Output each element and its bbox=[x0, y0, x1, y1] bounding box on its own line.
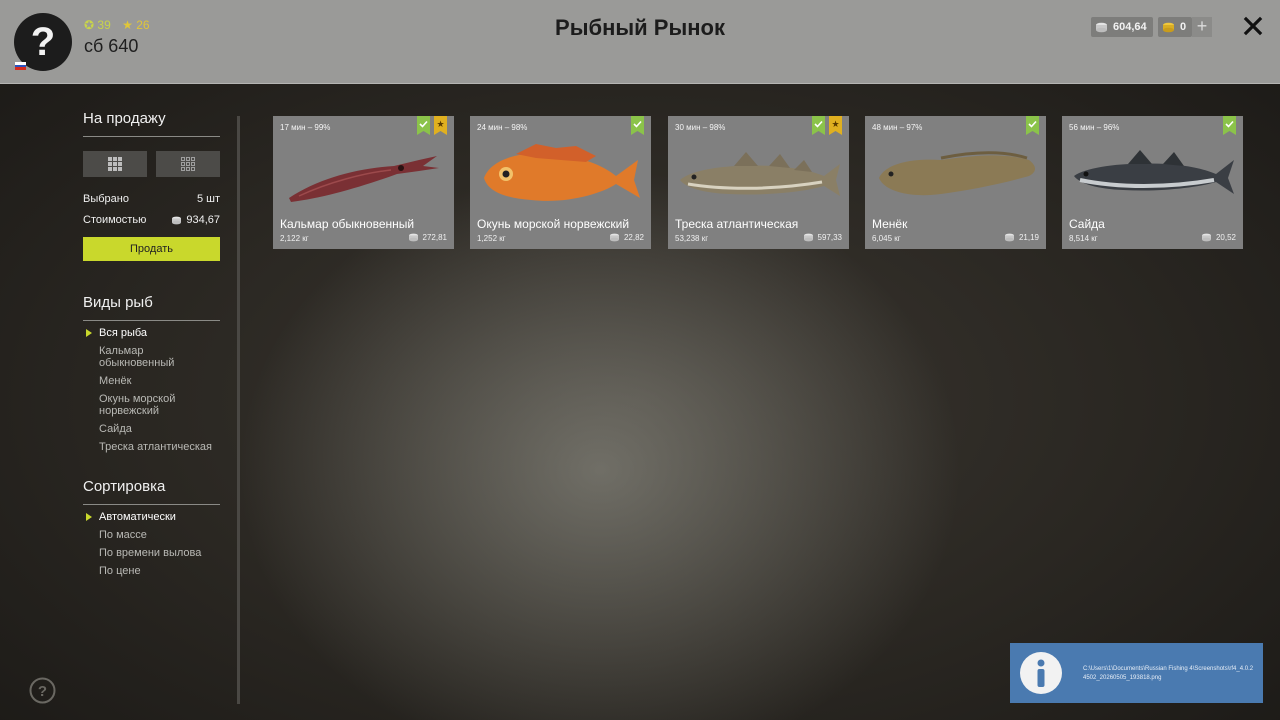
sidebar-divider bbox=[237, 116, 240, 704]
fish-card[interactable]: 17 мин – 99% ★ Кальмар обыкновенный 2,12… bbox=[273, 116, 454, 249]
fish-card[interactable]: 48 мин – 97% Менёк 6,045 кг 21,19 bbox=[865, 116, 1046, 249]
checkmark-badge-icon bbox=[1223, 116, 1236, 135]
fish-weight: 53,238 кг bbox=[675, 234, 709, 243]
russia-flag-icon bbox=[15, 62, 26, 70]
checkmark-badge-icon bbox=[417, 116, 430, 135]
checkmark-badge-icon bbox=[1026, 116, 1039, 135]
selected-count-row: Выбрано 5 шт bbox=[83, 193, 220, 205]
fish-catch-info: 17 мин – 99% bbox=[280, 123, 331, 132]
silver-coins-icon bbox=[1201, 233, 1211, 242]
species-section-title: Виды рыб bbox=[83, 294, 220, 321]
selected-value: 5 шт bbox=[196, 193, 220, 205]
fish-price-value: 597,33 bbox=[817, 233, 842, 242]
fish-catch-info: 24 мин – 98% bbox=[477, 123, 528, 132]
help-icon[interactable]: ? bbox=[29, 677, 56, 704]
tusk-fish-icon bbox=[879, 151, 1035, 196]
silver-coins-icon bbox=[408, 233, 418, 242]
fish-catch-info: 56 мин – 96% bbox=[1069, 123, 1120, 132]
fish-name: Сайда bbox=[1069, 217, 1105, 231]
cost-value: 934,67 bbox=[186, 214, 220, 226]
cost-value-group: 934,67 bbox=[171, 214, 220, 226]
fish-weight: 8,514 кг bbox=[1069, 234, 1098, 243]
species-option-all[interactable]: Вся рыба bbox=[83, 327, 220, 339]
saithe-icon bbox=[1074, 150, 1234, 194]
large-grid-icon bbox=[108, 157, 122, 171]
fish-price: 22,82 bbox=[609, 233, 644, 242]
fish-catch-info: 30 мин – 98% bbox=[675, 123, 726, 132]
silver-balance: 604,64 bbox=[1091, 17, 1153, 37]
silver-coins-icon bbox=[1004, 233, 1014, 242]
sell-button[interactable]: Продать bbox=[83, 237, 220, 261]
info-icon bbox=[1010, 643, 1072, 703]
cost-label: Стоимостью bbox=[83, 214, 147, 226]
add-gold-button[interactable]: + bbox=[1192, 17, 1212, 37]
fish-price-value: 20,52 bbox=[1215, 233, 1236, 242]
species-filter-list: Вся рыба Кальмар обыкновенный Менёк Окун… bbox=[83, 327, 220, 453]
sort-option-weight[interactable]: По массе bbox=[83, 529, 220, 541]
fish-name: Окунь морской норвежский bbox=[477, 217, 630, 231]
fish-price: 597,33 bbox=[803, 233, 842, 242]
fish-weight: 1,252 кг bbox=[477, 234, 506, 243]
species-option-tusk[interactable]: Менёк bbox=[83, 375, 220, 387]
svg-text:?: ? bbox=[38, 683, 47, 700]
sort-option-auto[interactable]: Автоматически bbox=[83, 511, 220, 523]
top-bar: ? ✪ 39 ★ 26 сб 640 Рыбный Рынок 604,64 0… bbox=[0, 0, 1280, 84]
svg-text:★: ★ bbox=[436, 119, 444, 129]
redfish-icon bbox=[484, 144, 640, 201]
sale-section-title: На продажу bbox=[83, 110, 220, 137]
sidebar: На продажу Выбрано 5 шт Стоимостью 934,6… bbox=[83, 110, 220, 577]
gold-coins-icon bbox=[1163, 22, 1174, 32]
species-option-cod[interactable]: Треска атлантическая bbox=[83, 441, 220, 453]
small-grid-view-button[interactable] bbox=[156, 151, 220, 177]
sort-option-price[interactable]: По цене bbox=[83, 565, 220, 577]
fish-price: 21,19 bbox=[1004, 233, 1039, 242]
fish-price-value: 21,19 bbox=[1018, 233, 1039, 242]
star-badge-icon: ★ bbox=[829, 116, 842, 135]
fish-price-value: 22,82 bbox=[623, 233, 644, 242]
view-mode-switch bbox=[83, 151, 220, 177]
total-cost-row: Стоимостью 934,67 bbox=[83, 214, 220, 226]
fish-weight: 6,045 кг bbox=[872, 234, 901, 243]
fish-card[interactable]: 56 мин – 96% Сайда 8,514 кг 20,52 bbox=[1062, 116, 1243, 249]
fish-name: Треска атлантическая bbox=[675, 217, 799, 231]
fish-price: 20,52 bbox=[1201, 233, 1236, 242]
sort-option-catch-time[interactable]: По времени вылова bbox=[83, 547, 220, 559]
fish-name: Менёк bbox=[872, 217, 908, 231]
checkmark-badge-icon bbox=[631, 116, 644, 135]
svg-text:★: ★ bbox=[831, 119, 839, 129]
screenshot-notification[interactable]: C:\Users\1\Documents\Russian Fishing 4\S… bbox=[1010, 643, 1263, 703]
selected-label: Выбрано bbox=[83, 193, 129, 205]
gold-value: 0 bbox=[1180, 21, 1187, 33]
fish-name: Кальмар обыкновенный bbox=[280, 217, 415, 231]
small-grid-icon bbox=[181, 157, 195, 171]
silver-coins-icon bbox=[609, 233, 619, 242]
squid-icon bbox=[289, 156, 439, 202]
silver-coins-icon bbox=[1096, 22, 1107, 32]
species-option-squid[interactable]: Кальмар обыкновенный bbox=[83, 345, 220, 369]
fish-weight: 2,122 кг bbox=[280, 234, 309, 243]
cod-icon bbox=[680, 152, 840, 196]
species-option-saithe[interactable]: Сайда bbox=[83, 423, 220, 435]
species-option-redfish[interactable]: Окунь морской норвежский bbox=[83, 393, 220, 417]
close-icon[interactable] bbox=[1241, 14, 1265, 38]
checkmark-badge-icon bbox=[812, 116, 825, 135]
fish-card[interactable]: 24 мин – 98% Окунь морской норвежский 1,… bbox=[470, 116, 651, 249]
fish-price-value: 272,81 bbox=[422, 233, 447, 242]
fish-card[interactable]: 30 мин – 98% ★ Треска атлантическая 53,2… bbox=[668, 116, 849, 249]
screenshot-path: C:\Users\1\Documents\Russian Fishing 4\S… bbox=[1083, 666, 1254, 681]
gold-balance: 0 bbox=[1158, 17, 1193, 37]
fish-catch-info: 48 мин – 97% bbox=[872, 123, 923, 132]
silver-coins-icon bbox=[803, 233, 813, 242]
large-grid-view-button[interactable] bbox=[83, 151, 147, 177]
sort-section-title: Сортировка bbox=[83, 478, 220, 505]
page-title: Рыбный Рынок bbox=[555, 15, 725, 40]
sort-options-list: Автоматически По массе По времени вылова… bbox=[83, 511, 220, 577]
silver-value: 604,64 bbox=[1113, 21, 1147, 33]
silver-coins-icon bbox=[172, 216, 182, 224]
star-badge-icon: ★ bbox=[434, 116, 447, 135]
fish-price: 272,81 bbox=[408, 233, 447, 242]
